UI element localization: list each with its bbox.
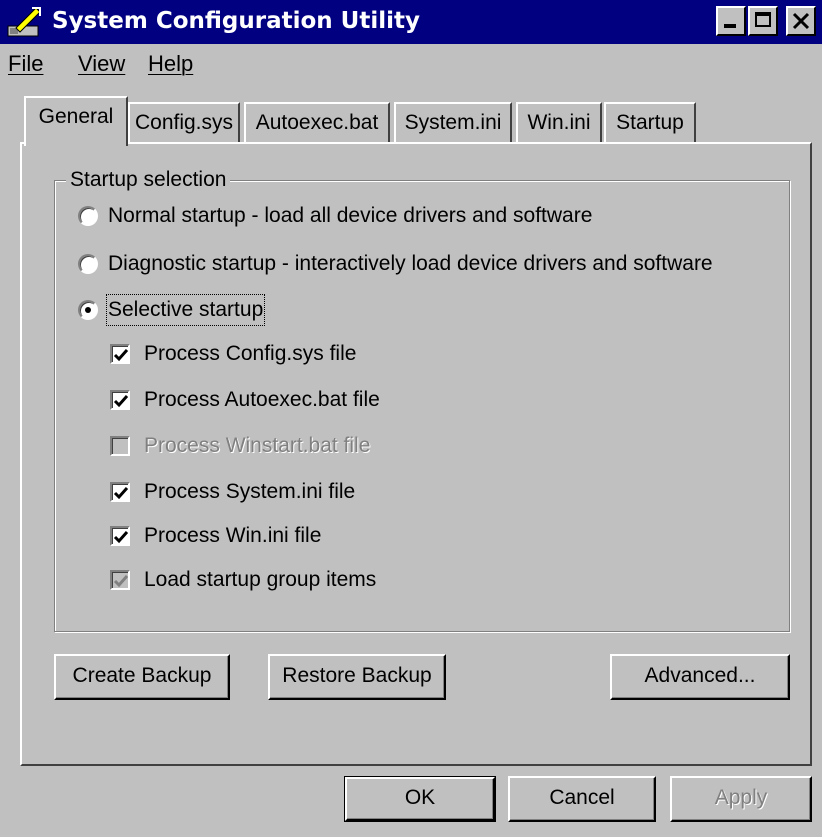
checkbox[interactable] [110,390,130,410]
tab-startup[interactable]: Startup [604,102,696,144]
check-process-win-ini[interactable]: Process Win.ini file [108,522,428,552]
close-button[interactable] [786,6,816,36]
tab-label: Startup [616,111,684,134]
menu-view[interactable]: View [78,50,125,78]
advanced-button[interactable]: Advanced... [610,654,790,700]
checkbox-label: Process Autoexec.bat file [144,388,380,411]
tab-system-ini[interactable]: System.ini [394,102,512,144]
system-config-icon [6,4,46,40]
menu-file[interactable]: File [8,50,43,78]
minimize-icon [724,24,736,28]
radio-diagnostic-startup[interactable]: Diagnostic startup - interactively load … [76,248,776,280]
button-label: OK [404,786,436,809]
checkbox[interactable] [110,344,130,364]
checkbox-label: Process Winstart.bat file [144,434,371,457]
checkbox[interactable] [110,526,130,546]
button-label: Cancel [549,786,615,809]
checkbox-label: Load startup group items [144,568,377,591]
checkbox-disabled [110,436,130,456]
maximize-icon [755,12,771,27]
restore-backup-button[interactable]: Restore Backup [268,654,446,700]
title-bar[interactable]: System Configuration Utility [0,0,822,44]
radio-button[interactable] [78,206,98,226]
radio-label: Diagnostic startup - interactively load … [108,252,713,275]
button-label: Create Backup [72,664,212,687]
tab-label: General [38,105,114,128]
create-backup-button[interactable]: Create Backup [54,654,230,700]
cancel-button[interactable]: Cancel [508,776,656,822]
radio-label: Selective startup [105,294,266,326]
checkbox-label: Process System.ini file [144,480,356,503]
checkbox[interactable] [110,482,130,502]
tab-win-ini[interactable]: Win.ini [516,102,602,144]
maximize-button[interactable] [748,6,778,36]
tab-autoexec-bat[interactable]: Autoexec.bat [244,102,390,144]
radio-normal-startup[interactable]: Normal startup - load all device drivers… [76,200,756,232]
radio-button[interactable] [78,254,98,274]
minimize-button[interactable] [716,6,746,36]
tab-label: Autoexec.bat [255,111,379,134]
button-label: Restore Backup [282,664,432,687]
startup-selection-title: Startup selection [66,166,231,194]
check-process-winstart-bat: Process Winstart.bat file [108,432,428,462]
check-load-startup-group: Load startup group items [108,566,428,596]
tab-general[interactable]: General [24,96,128,146]
radio-label: Normal startup - load all device drivers… [108,204,593,227]
apply-button: Apply [670,776,812,822]
tab-label: Config.sys [134,111,234,134]
tab-label: Win.ini [527,111,591,134]
checkbox-label: Process Config.sys file [144,342,357,365]
tab-config-sys[interactable]: Config.sys [128,102,240,144]
check-process-config-sys[interactable]: Process Config.sys file [108,340,408,370]
window-title: System Configuration Utility [52,8,420,34]
check-process-autoexec-bat[interactable]: Process Autoexec.bat file [108,386,428,416]
menu-bar: File View Help [0,44,822,86]
radio-selective-startup[interactable]: Selective startup [76,294,296,326]
menu-help[interactable]: Help [148,50,193,78]
ok-button[interactable]: OK [344,776,496,822]
tab-label: System.ini [404,111,502,134]
close-icon [792,12,810,30]
checkbox-disabled [110,570,130,590]
button-label: Advanced... [644,664,756,687]
button-label: Apply [714,786,768,809]
checkbox-label: Process Win.ini file [144,524,322,547]
radio-button-selected[interactable] [78,300,98,320]
check-process-system-ini[interactable]: Process System.ini file [108,478,428,508]
